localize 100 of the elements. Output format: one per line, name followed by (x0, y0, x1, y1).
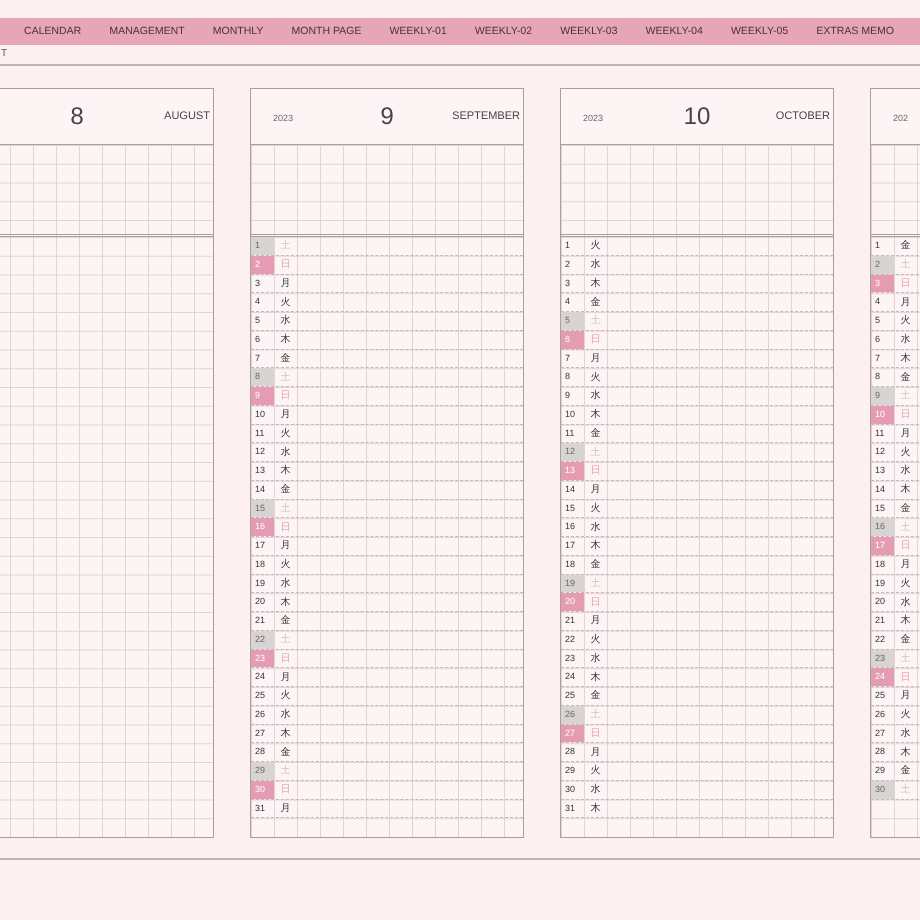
weekday-label: 日 (900, 276, 912, 291)
page-label: T (1, 47, 8, 61)
month-number: 8 (70, 102, 84, 132)
month-name: SEPTEMBER (452, 109, 520, 124)
day-number: 21 (254, 614, 266, 628)
weekday-label: 火 (280, 426, 292, 441)
day-number: 24 (564, 670, 576, 684)
weekday-label: 水 (900, 596, 912, 610)
day-number: 31 (564, 802, 576, 815)
nav-tab[interactable]: WEEKLY-02 (474, 24, 532, 40)
day-number: 12 (561, 443, 584, 461)
weekday-label: 水 (590, 782, 602, 798)
weekday-label: 月 (900, 296, 912, 310)
day-number: 16 (871, 518, 894, 536)
day-number: 15 (564, 502, 576, 515)
month-number: 10 (684, 102, 710, 132)
weekday-label: 火 (280, 558, 292, 572)
day-number: 26 (874, 708, 886, 721)
day-number: 29 (874, 764, 886, 778)
day-number: 25 (254, 689, 266, 702)
day-number: 20 (254, 595, 266, 608)
weekday-label: 水 (900, 464, 912, 478)
day-number: 27 (254, 726, 266, 740)
nav-tab[interactable]: WEEKLY-04 (646, 24, 703, 40)
day-number: 12 (254, 445, 266, 458)
day-number: 26 (254, 708, 266, 721)
weekday-label: 水 (590, 520, 602, 535)
day-number: 4 (254, 295, 262, 308)
weekday-label: 日 (280, 783, 292, 798)
nav-tab[interactable]: MONTHLY (212, 24, 264, 40)
day-number: 18 (254, 558, 266, 571)
day-number: 9 (564, 389, 572, 402)
day-number: 19 (561, 574, 584, 592)
day-number: 26 (561, 706, 584, 724)
weekday-label: 火 (280, 688, 292, 704)
day-number: 22 (874, 632, 886, 646)
day-number: 8 (874, 370, 882, 384)
nav-tab[interactable]: EXTRAS MEMO (816, 24, 894, 40)
weekday-label: 木 (280, 596, 292, 610)
nav-tab[interactable]: MANAGEMENT (109, 24, 185, 40)
day-number: 12 (874, 445, 886, 458)
weekday-label: 月 (280, 408, 292, 422)
day-number: 9 (871, 387, 894, 405)
day-number: 5 (561, 312, 584, 330)
day-number: 28 (874, 745, 886, 758)
weekday-label: 月 (280, 802, 292, 816)
weekday-label: 金 (280, 352, 292, 366)
day-number: 5 (254, 314, 262, 328)
weekday-label: 金 (900, 370, 912, 385)
weekday-label: 火 (590, 502, 602, 516)
weekday-label: 火 (590, 370, 602, 385)
nav-tab[interactable]: MONTH PAGE (292, 24, 362, 40)
weekday-label: 水 (590, 388, 602, 404)
day-number: 25 (874, 689, 886, 702)
day-number: 3 (564, 276, 572, 290)
day-number: 20 (561, 593, 584, 611)
day-number: 6 (254, 332, 262, 346)
day-number: 10 (254, 408, 266, 421)
month-name: OCTOBER (776, 109, 830, 124)
day-number: 1 (564, 239, 572, 252)
weekday-label: 水 (590, 652, 602, 666)
weekday-label: 日 (900, 670, 912, 685)
weekday-label: 月 (900, 558, 912, 572)
weekday-label: 日 (590, 333, 602, 348)
weekday-label: 水 (280, 576, 292, 591)
nav-tab[interactable]: WEEKLY-03 (560, 24, 618, 40)
weekday-label: 木 (590, 670, 602, 685)
day-number: 22 (251, 630, 274, 648)
weekday-label: 火 (280, 296, 292, 310)
day-number: 9 (251, 387, 274, 405)
weekday-label: 木 (590, 538, 602, 554)
weekday-label: 金 (590, 426, 602, 441)
weekday-label: 金 (280, 746, 292, 760)
day-number: 14 (564, 482, 576, 496)
weekday-label: 日 (900, 539, 912, 554)
day-number: 3 (254, 276, 262, 290)
weekday-label: 木 (280, 464, 292, 478)
weekday-label: 金 (590, 558, 602, 572)
weekday-label: 月 (280, 670, 292, 685)
day-number: 4 (564, 295, 572, 308)
nav-tab[interactable]: WEEKLY-05 (731, 24, 788, 40)
month-name: AUGUST (164, 109, 210, 124)
year-label: 2023 (273, 112, 294, 122)
day-number: 19 (874, 576, 886, 590)
day-number: 28 (254, 745, 266, 758)
weekday-label: 木 (590, 802, 602, 816)
weekday-label: 月 (590, 746, 602, 760)
nav-tab[interactable]: CALENDAR (24, 24, 82, 40)
weekday-label: 月 (590, 614, 602, 628)
weekday-label: 木 (280, 726, 292, 741)
day-number: 6 (874, 332, 882, 346)
year-label: 2023 (583, 112, 604, 122)
day-number: 18 (874, 558, 886, 571)
weekday-label: 木 (900, 482, 912, 498)
day-number: 31 (254, 802, 266, 815)
weekday-label: 水 (900, 726, 912, 741)
nav-tab[interactable]: WEEKLY-01 (390, 24, 447, 40)
day-number: 2 (564, 258, 572, 271)
weekday-label: 水 (280, 708, 292, 722)
day-number: 30 (251, 780, 274, 798)
